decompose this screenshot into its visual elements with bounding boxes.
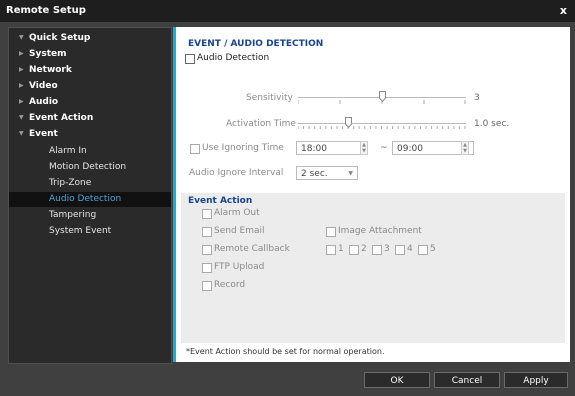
sidebar-item-label: System Event	[49, 226, 112, 236]
sidebar-item-tampering[interactable]: Tampering	[9, 208, 171, 223]
apply-button[interactable]: Apply	[504, 372, 568, 388]
audio-ignore-interval-select[interactable]: 2 sec. ▼	[296, 166, 358, 180]
sidebar-item-label: Alarm In	[49, 146, 87, 156]
sidebar-item-label: Motion Detection	[49, 162, 127, 172]
collapsed-arrow-icon: ▶	[19, 82, 24, 89]
activation-time-value: 1.0 sec.	[474, 119, 510, 129]
collapsed-arrow-icon: ▶	[19, 50, 24, 57]
callback-4-checkbox[interactable]	[395, 245, 405, 255]
sidebar-item-label: Network	[29, 65, 72, 75]
ok-button[interactable]: OK	[364, 372, 430, 388]
sensitivity-slider-thumb[interactable]	[378, 91, 386, 102]
sidebar-item-label: Event	[29, 129, 58, 139]
callback-4-label: 4	[407, 244, 413, 254]
chevron-down-icon: ▼	[348, 170, 353, 177]
sidebar-item-label: Quick Setup	[29, 33, 91, 43]
sidebar-item-network[interactable]: ▶ Network	[19, 65, 72, 75]
sidebar-item-quick-setup[interactable]: ▼ Quick Setup	[19, 33, 91, 43]
sidebar: ▼ Quick Setup ▶ System ▶ Network ▶ Video…	[8, 27, 172, 364]
use-ignoring-time-label: Use Ignoring Time	[202, 143, 284, 153]
time-separator: ~	[380, 143, 388, 153]
page-title: EVENT / AUDIO DETECTION	[188, 39, 324, 49]
sensitivity-label: Sensitivity	[246, 93, 293, 103]
image-attachment-label: Image Attachment	[338, 226, 422, 236]
sidebar-item-system[interactable]: ▶ System	[19, 49, 67, 59]
remote-callback-label: Remote Callback	[214, 244, 290, 254]
sidebar-item-event-action[interactable]: ▼ Event Action	[19, 113, 94, 123]
sidebar-item-label: Tampering	[49, 210, 97, 220]
activation-time-slider-track[interactable]	[298, 123, 466, 124]
event-action-note: *Event Action should be set for normal o…	[186, 347, 385, 356]
callback-1-checkbox[interactable]	[326, 245, 336, 255]
sidebar-item-video[interactable]: ▶ Video	[19, 81, 58, 91]
audio-ignore-interval-label: Audio Ignore Interval	[189, 168, 284, 178]
sidebar-item-label: Video	[29, 81, 58, 91]
alarm-out-label: Alarm Out	[214, 208, 260, 218]
callback-2-label: 2	[361, 244, 367, 254]
send-email-label: Send Email	[214, 226, 265, 236]
sidebar-item-label: Trip-Zone	[49, 178, 92, 188]
expanded-arrow-icon: ▼	[19, 130, 24, 137]
sidebar-item-label: Audio Detection	[49, 194, 122, 204]
collapsed-arrow-icon: ▶	[19, 66, 24, 73]
remote-callback-checkbox[interactable]	[202, 245, 212, 255]
activation-time-label: Activation Time	[226, 119, 296, 129]
settings-panel: EVENT / AUDIO DETECTION Audio Detection …	[173, 27, 570, 362]
event-action-panel: Event Action Alarm Out Send Email Image …	[181, 193, 565, 343]
event-action-title: Event Action	[188, 196, 253, 206]
use-ignoring-time-checkbox[interactable]	[190, 144, 200, 154]
image-attachment-checkbox[interactable]	[326, 227, 336, 237]
audio-detection-label: Audio Detection	[197, 53, 270, 63]
window-title: Remote Setup	[6, 5, 86, 16]
audio-ignore-interval-value: 2 sec.	[301, 169, 328, 179]
sidebar-item-audio[interactable]: ▶ Audio	[19, 97, 59, 107]
record-checkbox[interactable]	[202, 281, 212, 291]
sidebar-item-label: Audio	[29, 97, 59, 107]
sidebar-item-label: System	[29, 49, 67, 59]
callback-5-checkbox[interactable]	[418, 245, 428, 255]
sensitivity-value: 3	[474, 93, 480, 103]
sidebar-item-label: Event Action	[29, 113, 94, 123]
activation-time-slider-thumb[interactable]	[344, 117, 352, 128]
remote-setup-window: Remote Setup x ▼ Quick Setup ▶ System ▶ …	[0, 0, 575, 396]
collapsed-arrow-icon: ▶	[19, 98, 24, 105]
activation-time-ticks	[298, 126, 466, 129]
sidebar-item-motion-detection[interactable]: Motion Detection	[9, 160, 171, 175]
start-time-spinner[interactable]: ▲ ▼	[360, 141, 368, 155]
sidebar-item-event[interactable]: ▼ Event	[19, 129, 58, 139]
expanded-arrow-icon: ▼	[19, 34, 24, 41]
expanded-arrow-icon: ▼	[19, 114, 24, 121]
ftp-upload-checkbox[interactable]	[202, 263, 212, 273]
callback-3-checkbox[interactable]	[372, 245, 382, 255]
end-time-spinner[interactable]: ▲ ▼	[461, 141, 469, 155]
send-email-checkbox[interactable]	[202, 227, 212, 237]
callback-2-checkbox[interactable]	[349, 245, 359, 255]
cancel-button[interactable]: Cancel	[434, 372, 500, 388]
sidebar-item-audio-detection[interactable]: Audio Detection	[9, 192, 171, 207]
ftp-upload-label: FTP Upload	[214, 262, 265, 272]
sidebar-item-alarm-in[interactable]: Alarm In	[9, 144, 171, 159]
ignoring-start-time-input[interactable]: 18:00	[296, 141, 368, 155]
sidebar-item-system-event[interactable]: System Event	[9, 224, 171, 239]
callback-5-label: 5	[430, 244, 436, 254]
title-bar: Remote Setup x	[0, 0, 575, 22]
record-label: Record	[214, 280, 246, 290]
close-icon[interactable]: x	[560, 0, 567, 22]
sidebar-item-trip-zone[interactable]: Trip-Zone	[9, 176, 171, 191]
alarm-out-checkbox[interactable]	[202, 209, 212, 219]
callback-3-label: 3	[384, 244, 390, 254]
audio-detection-checkbox[interactable]	[185, 54, 195, 64]
callback-1-label: 1	[338, 244, 344, 254]
